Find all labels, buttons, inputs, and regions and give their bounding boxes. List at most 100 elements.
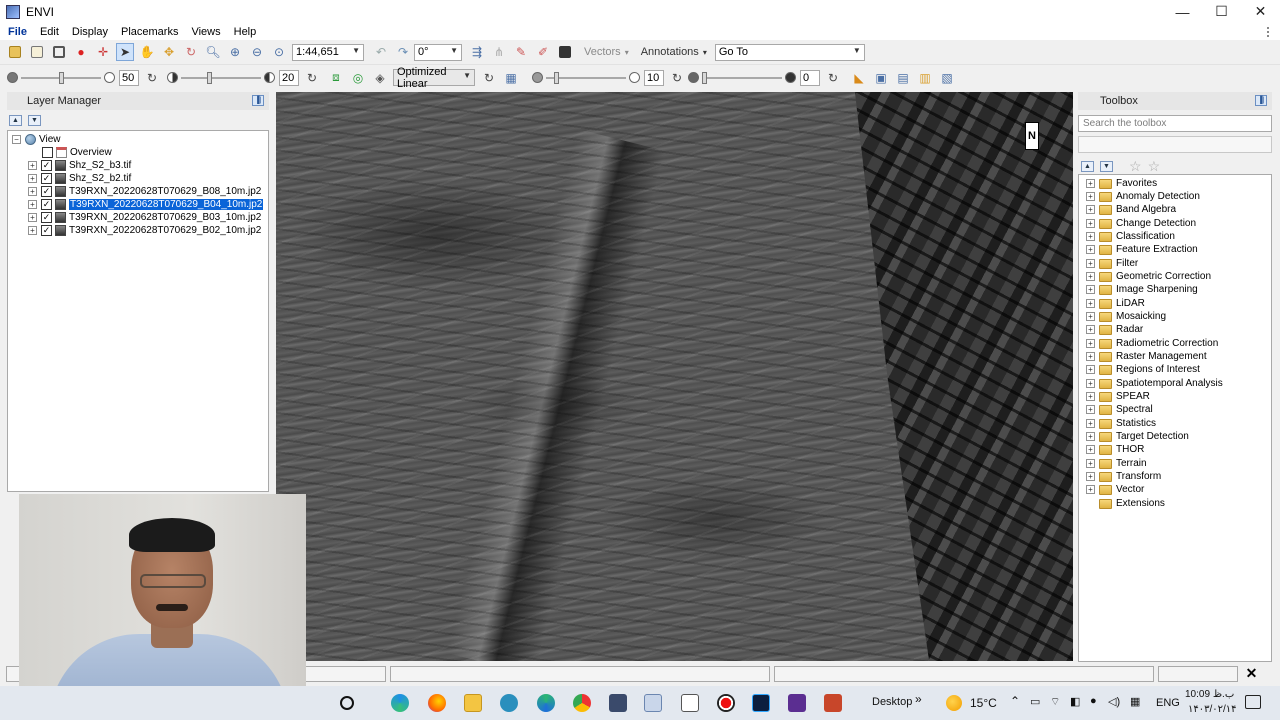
toolbox-folder[interactable]: + Mosaicking: [1086, 310, 1166, 323]
vectors-dropdown-icon[interactable]: ▾: [625, 48, 629, 57]
layer-checkbox[interactable]: ✓: [41, 186, 52, 197]
stretch-target-icon[interactable]: ◎: [349, 69, 367, 87]
tray-app-icon[interactable]: ◧: [1070, 695, 1080, 708]
toolbox-folder[interactable]: + SPEAR: [1086, 390, 1150, 403]
print-icon[interactable]: ▥: [916, 69, 934, 87]
maximize-button[interactable]: ☐: [1202, 0, 1241, 23]
transparency-value[interactable]: 0: [800, 69, 820, 86]
layer-item[interactable]: + ✓ T39RXN_20220628T070629_B08_10m.jp2: [28, 185, 261, 198]
chrome-icon[interactable]: [573, 694, 591, 712]
expand-folder-icon[interactable]: +: [1086, 179, 1095, 188]
expand-layer-icon[interactable]: +: [28, 187, 37, 196]
zoom-out-icon[interactable]: ⊖: [248, 43, 266, 61]
layer-view-icon[interactable]: ▧: [938, 69, 956, 87]
toolbox-folder[interactable]: + Radar: [1086, 323, 1143, 336]
pan-icon[interactable]: ✋: [138, 43, 156, 61]
toolbox-search-input[interactable]: Search the toolbox: [1078, 115, 1272, 132]
calculator-icon[interactable]: [609, 694, 627, 712]
sharpen-slider[interactable]: [546, 71, 626, 84]
close-button[interactable]: ✕: [1241, 0, 1280, 23]
stretch-reset-icon[interactable]: ↻: [480, 69, 498, 87]
vector-tool-icon[interactable]: ⇶: [468, 43, 486, 61]
overview-checkbox[interactable]: [42, 147, 53, 158]
expand-folder-icon[interactable]: +: [1086, 472, 1095, 481]
vectors-label[interactable]: Vectors: [584, 46, 621, 58]
contrast-slider[interactable]: [181, 71, 261, 84]
expand-folder-icon[interactable]: +: [1086, 379, 1095, 388]
desktop-toolbar-label[interactable]: Desktop: [872, 696, 912, 708]
profile-icon[interactable]: ◣: [850, 69, 868, 87]
image-view[interactable]: N: [276, 92, 1073, 661]
toolbox-pin-icon[interactable]: ▐|: [1255, 95, 1267, 106]
vertex-edit-icon[interactable]: ✐: [534, 43, 552, 61]
toolbox-folder[interactable]: + Raster Management: [1086, 350, 1207, 363]
wifi-icon[interactable]: ⌔: [1050, 695, 1060, 709]
scale-combo[interactable]: 1:44,651 ▼: [292, 43, 364, 61]
layer-item[interactable]: + ✓ Shz_S2_b3.tif: [28, 159, 131, 172]
annotations-dropdown-icon[interactable]: ▾: [703, 48, 707, 57]
histogram-icon[interactable]: ▦: [502, 69, 520, 87]
expand-folder-icon[interactable]: +: [1086, 259, 1095, 268]
document-icon[interactable]: [681, 694, 699, 712]
rotate-icon[interactable]: ↻: [182, 43, 200, 61]
crosshair-icon[interactable]: ✛: [94, 43, 112, 61]
sharpen-thumb[interactable]: [554, 71, 559, 84]
toolbox-folder[interactable]: + Feature Extraction: [1086, 243, 1198, 256]
layer-item[interactable]: + ✓ Shz_S2_b2.tif: [28, 172, 131, 185]
expand-folder-icon[interactable]: +: [1086, 352, 1095, 361]
toolbox-folder[interactable]: + Statistics: [1086, 417, 1156, 430]
toolbox-folder[interactable]: + Image Sharpening: [1086, 283, 1198, 296]
search-app-icon[interactable]: [500, 694, 518, 712]
expand-folder-icon[interactable]: +: [1086, 459, 1095, 468]
envi-taskbar-icon[interactable]: [644, 694, 662, 712]
menu-display[interactable]: Display: [67, 26, 113, 38]
expand-folder-icon[interactable]: +: [1086, 205, 1095, 214]
toolbox-folder[interactable]: + Spatiotemporal Analysis: [1086, 377, 1223, 390]
expand-layer-icon[interactable]: +: [28, 213, 37, 222]
edge-icon[interactable]: [391, 694, 409, 712]
toolbox-folder[interactable]: + THOR: [1086, 443, 1144, 456]
export-view-icon[interactable]: ▤: [894, 69, 912, 87]
menu-placemarks[interactable]: Placemarks: [116, 26, 183, 38]
expand-folder-icon[interactable]: +: [1086, 312, 1095, 321]
visual-studio-icon[interactable]: [788, 694, 806, 712]
toolbox-folder[interactable]: + Anomaly Detection: [1086, 190, 1200, 203]
expand-folder-icon[interactable]: +: [1086, 432, 1095, 441]
expand-folder-icon[interactable]: +: [1086, 299, 1095, 308]
expand-folder-icon[interactable]: +: [1086, 245, 1095, 254]
open-icon[interactable]: [6, 43, 24, 61]
toolbox-folder[interactable]: + Terrain: [1086, 457, 1147, 470]
chip-icon[interactable]: [556, 43, 574, 61]
layer-item-selected[interactable]: + ✓ T39RXN_20220628T070629_B04_10m.jp2: [28, 198, 264, 211]
toolbox-folder[interactable]: + Band Algebra: [1086, 203, 1176, 216]
toolbox-folder[interactable]: + Target Detection: [1086, 430, 1189, 443]
volume-icon[interactable]: ◁): [1108, 695, 1120, 708]
contrast-value[interactable]: 20: [279, 69, 299, 86]
add-favorite-star-icon[interactable]: ☆: [1129, 158, 1142, 175]
toolbox-collapse-icon[interactable]: ▲: [1081, 161, 1094, 172]
toolbox-folder[interactable]: Extensions: [1086, 497, 1165, 510]
toolbar-expand-icon[interactable]: »: [915, 692, 922, 706]
expand-folder-icon[interactable]: +: [1086, 405, 1095, 414]
rotate-right-icon[interactable]: ↷: [394, 43, 412, 61]
layer-item[interactable]: + ✓ T39RXN_20220628T070629_B02_10m.jp2: [28, 224, 261, 237]
expand-folder-icon[interactable]: +: [1086, 485, 1095, 494]
microphone-icon[interactable]: ●: [1090, 695, 1097, 707]
toolbox-folder[interactable]: + Geometric Correction: [1086, 270, 1211, 283]
data-manager-icon[interactable]: [28, 43, 46, 61]
powerpoint-icon[interactable]: [824, 694, 842, 712]
menu-edit[interactable]: Edit: [35, 26, 64, 38]
zoom-box-icon[interactable]: ⧈: [327, 69, 345, 87]
expand-folder-icon[interactable]: +: [1086, 219, 1095, 228]
menu-views[interactable]: Views: [186, 26, 225, 38]
toolbox-folder[interactable]: + Filter: [1086, 257, 1138, 270]
transparency-thumb[interactable]: [702, 71, 707, 84]
toolbox-expand-icon[interactable]: ▼: [1100, 161, 1113, 172]
expand-folder-icon[interactable]: +: [1086, 339, 1095, 348]
expand-all-icon[interactable]: ▼: [28, 115, 41, 126]
zoom-icon[interactable]: 🔍︎: [204, 43, 222, 61]
toolbox-folder[interactable]: + Regions of Interest: [1086, 363, 1200, 376]
grid-tool-icon[interactable]: ⋔: [490, 43, 508, 61]
layer-item[interactable]: + ✓ T39RXN_20220628T070629_B03_10m.jp2: [28, 211, 261, 224]
expand-layer-icon[interactable]: +: [28, 200, 37, 209]
